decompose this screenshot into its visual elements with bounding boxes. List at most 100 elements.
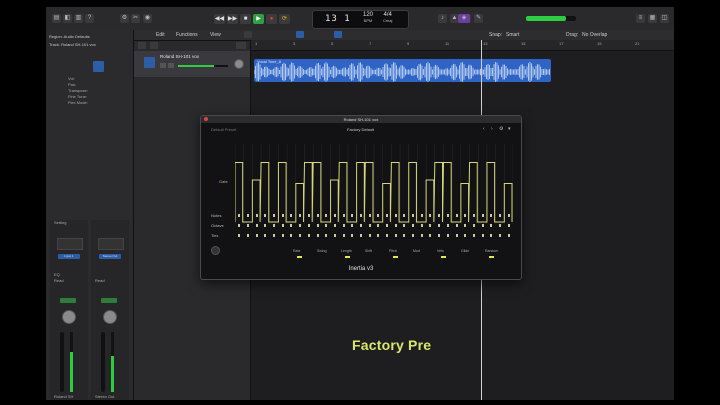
step-cell[interactable] [377,214,380,217]
snap-select[interactable]: Smart [506,32,519,38]
strip2-eq-display[interactable] [98,238,124,250]
prev-preset-icon[interactable]: ‹ [483,126,485,132]
step-cell[interactable] [255,214,258,217]
region-header[interactable]: Region: Audio Defaults [49,34,90,39]
step-cell[interactable] [307,224,310,227]
step-cell[interactable] [281,224,284,227]
stop-button[interactable]: ■ [240,14,251,24]
preset-name[interactable]: Factory Default [347,127,374,132]
step-cell[interactable] [307,214,310,217]
strip1-fader[interactable] [60,332,64,392]
step-cell[interactable] [420,214,423,217]
forward-button[interactable]: ▶▶ [227,14,238,24]
step-cell[interactable] [507,214,510,217]
step-cell[interactable] [342,214,345,217]
step-cell[interactable] [420,234,423,237]
strip2-fader[interactable] [101,332,105,392]
strip1-setting[interactable]: Setting [54,220,66,225]
control-rate[interactable]: Rate [293,249,300,253]
play-button[interactable]: ▶ [253,14,264,24]
step-cell[interactable] [377,224,380,227]
note-pads-icon[interactable]: ▦ [648,14,657,23]
track-header[interactable]: Track: Roland SH-101 vox [49,42,96,47]
strip1-input-button[interactable]: Input 1 [58,254,80,259]
control-mod[interactable]: Mod [413,249,420,253]
step-cell[interactable] [403,234,406,237]
notes-icon[interactable]: ✎ [474,14,483,23]
strip1-mute-indicator[interactable] [60,298,76,303]
step-cell[interactable] [438,224,441,227]
step-cell[interactable] [299,224,302,227]
step-cell[interactable] [238,234,241,237]
step-cell[interactable] [333,214,336,217]
step-cell[interactable] [455,224,458,227]
step-cell[interactable] [316,234,319,237]
step-cell[interactable] [238,214,241,217]
control-velo[interactable]: Velo [437,249,444,253]
settings-icon[interactable]: ⚙ [499,126,503,132]
mute-button[interactable] [160,63,166,68]
control-pitch[interactable]: Pitch [389,249,397,253]
record-button[interactable]: ● [266,14,277,24]
track-row[interactable]: Roland SH-101 vox [134,51,250,77]
step-cell[interactable] [273,224,276,227]
strip2-read[interactable]: Read [95,278,105,283]
step-cell[interactable] [472,214,475,217]
menu-icon[interactable]: ▾ [508,126,511,132]
step-cell[interactable] [333,224,336,227]
track-name[interactable]: Roland SH-101 vox [160,54,199,59]
step-cell[interactable] [429,214,432,217]
drag-select[interactable]: No Overlap [582,32,607,38]
close-icon[interactable] [204,117,208,121]
duplicate-track-button[interactable] [150,42,158,49]
notes-step-row[interactable] [235,213,513,218]
step-cell[interactable] [368,224,371,227]
step-cell[interactable] [359,234,362,237]
master-volume-slider[interactable] [526,16,576,21]
cycle-button[interactable]: ⟳ [279,14,290,24]
control-random[interactable]: Random [485,249,498,253]
ruler[interactable]: 1 3 5 7 9 11 13 15 17 19 21 [251,40,674,51]
step-cell[interactable] [290,214,293,217]
step-cell[interactable] [481,234,484,237]
smart-controls-icon[interactable]: ◉ [143,14,152,23]
step-cell[interactable] [325,214,328,217]
rewind-button[interactable]: ◀◀ [214,14,225,24]
track-icon[interactable] [93,61,104,72]
step-cell[interactable] [273,234,276,237]
browsers-icon[interactable]: ◫ [660,14,669,23]
power-knob[interactable] [211,246,220,255]
step-cell[interactable] [464,234,467,237]
octave-step-row[interactable] [235,223,513,228]
step-cell[interactable] [299,214,302,217]
step-cell[interactable] [446,214,449,217]
step-cell[interactable] [264,224,267,227]
plugin-header-left[interactable]: Default Preset [211,127,236,132]
pencil-tool-icon[interactable] [334,31,342,38]
step-cell[interactable] [498,214,501,217]
step-cell[interactable] [412,214,415,217]
step-cell[interactable] [368,234,371,237]
step-cell[interactable] [507,224,510,227]
step-cell[interactable] [429,224,432,227]
plugin-badge-icon[interactable]: ◈ [458,14,470,23]
step-cell[interactable] [394,214,397,217]
step-cell[interactable] [403,214,406,217]
global-tracks-button[interactable] [236,42,246,49]
step-cell[interactable] [386,224,389,227]
step-cell[interactable] [351,224,354,227]
step-cell[interactable] [472,234,475,237]
mixer-icon[interactable]: ⚙ [120,14,129,23]
ties-step-row[interactable] [235,233,513,238]
step-cell[interactable] [325,224,328,227]
inspector-icon[interactable]: ◧ [63,14,72,23]
step-cell[interactable] [490,224,493,227]
step-cell[interactable] [247,214,250,217]
step-cell[interactable] [377,234,380,237]
step-cell[interactable] [429,234,432,237]
step-cell[interactable] [342,234,345,237]
step-cell[interactable] [438,214,441,217]
step-cell[interactable] [438,234,441,237]
step-cell[interactable] [394,234,397,237]
step-cell[interactable] [403,224,406,227]
